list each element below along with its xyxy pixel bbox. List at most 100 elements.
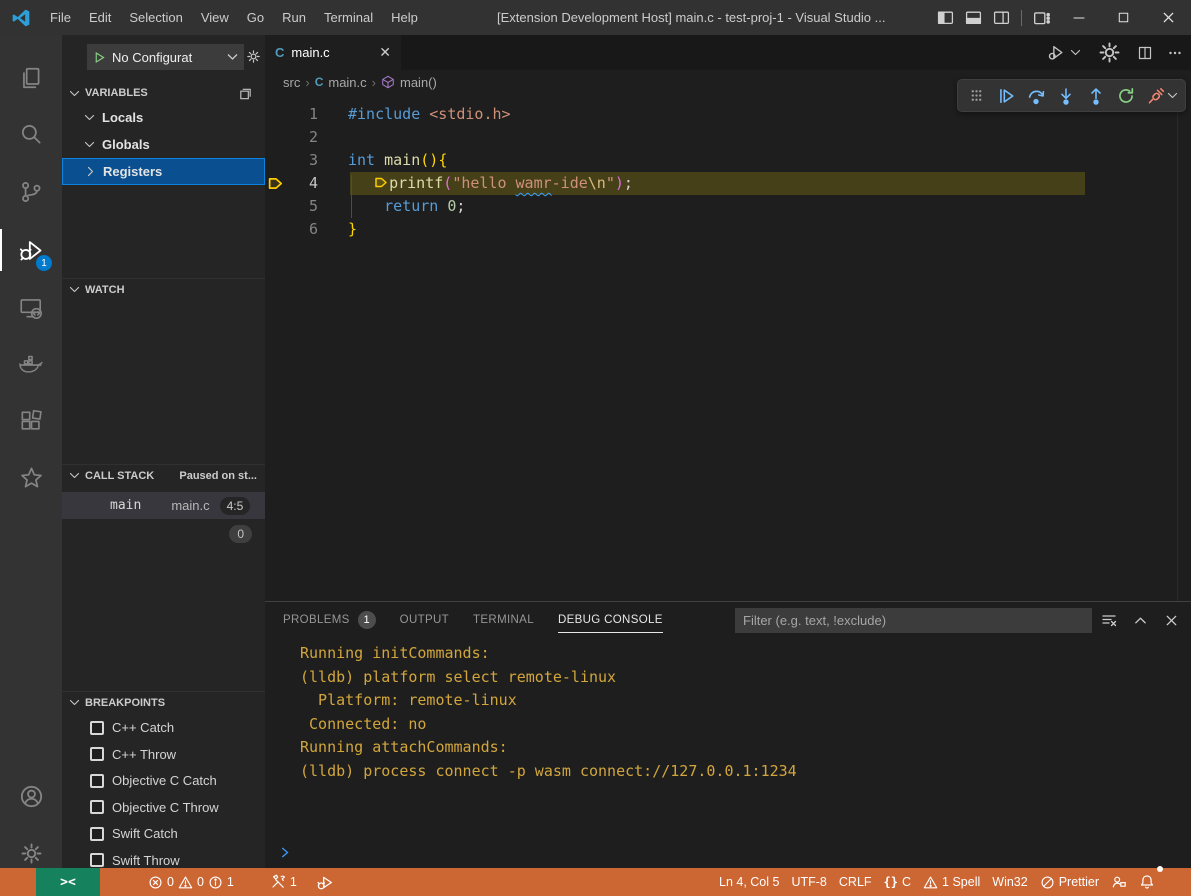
breakpoint-c-catch[interactable]: C++ Catch (62, 714, 265, 741)
activity-item-wamr-ide[interactable] (0, 453, 62, 503)
checkbox[interactable] (90, 747, 104, 761)
eol-status[interactable]: CRLF (833, 868, 878, 896)
call-stack-section-header[interactable]: CALL STACK Paused on st... (62, 464, 265, 486)
variables-scope-globals[interactable]: Globals (62, 131, 265, 158)
code-line-3[interactable]: 3int main(){ (265, 149, 1191, 172)
console-filter-input[interactable] (735, 608, 1092, 633)
token: ; (624, 174, 633, 192)
menu-run[interactable]: Run (273, 0, 315, 35)
activity-item-docker[interactable] (0, 340, 62, 390)
panel-tab-terminal[interactable]: TERMINAL (473, 602, 534, 638)
notifications[interactable] (1133, 868, 1161, 896)
menu-help[interactable]: Help (382, 0, 427, 35)
breakpoint-swift-catch[interactable]: Swift Catch (62, 820, 265, 847)
checkbox[interactable] (90, 800, 104, 814)
panel-tab-output[interactable]: OUTPUT (400, 602, 449, 638)
breakpoint-swift-throw[interactable]: Swift Throw (62, 847, 265, 869)
toggle-panel-icon[interactable] (959, 0, 987, 35)
breakpoints-section-header[interactable]: BREAKPOINTS (62, 691, 265, 713)
code-line-5[interactable]: 5 return 0; (265, 195, 1191, 218)
menu-go[interactable]: Go (238, 0, 273, 35)
collapse-all-icon[interactable] (238, 86, 253, 101)
start-debugging-icon[interactable] (93, 51, 106, 64)
code-line-6[interactable]: 6} (265, 218, 1191, 241)
cursor-position[interactable]: Ln 4, Col 5 (713, 868, 785, 896)
debug-config-dropdown[interactable]: No Configurat (87, 44, 244, 70)
code-line-2[interactable]: 2 (265, 126, 1191, 149)
language-mode[interactable]: {} C (878, 868, 917, 896)
line-text: int main(){ (348, 149, 447, 172)
menu-terminal[interactable]: Terminal (315, 0, 382, 35)
panel-tab-debug-console[interactable]: DEBUG CONSOLE (558, 602, 663, 638)
clear-icon[interactable] (1101, 612, 1117, 628)
remote-indicator[interactable]: >< (36, 868, 100, 896)
minimize-button[interactable] (1056, 0, 1101, 35)
debug-status[interactable] (311, 868, 340, 896)
breakpoint-c-throw[interactable]: C++ Throw (62, 741, 265, 768)
activity-item-search[interactable] (0, 109, 62, 159)
close-button[interactable] (1146, 0, 1191, 35)
platform-status[interactable]: Win32 (986, 868, 1033, 896)
frame-position-badge: 4:5 (220, 497, 251, 515)
chevron-up-icon[interactable] (1133, 613, 1148, 628)
continue-icon[interactable] (994, 84, 1018, 108)
encoding-status[interactable]: UTF-8 (785, 868, 832, 896)
scope-label: Globals (102, 137, 150, 152)
chevron-down-icon[interactable] (1069, 46, 1082, 59)
customize-layout-icon[interactable] (1028, 0, 1056, 35)
menu-edit[interactable]: Edit (80, 0, 120, 35)
tools-status[interactable]: 1 (264, 868, 303, 896)
checkbox[interactable] (90, 853, 104, 867)
menu-file[interactable]: File (41, 0, 80, 35)
activity-item-source-control[interactable] (0, 167, 62, 217)
activity-item-accounts[interactable] (0, 771, 62, 821)
token: return (384, 197, 438, 215)
maximize-button[interactable] (1101, 0, 1146, 35)
step-into-icon[interactable] (1054, 84, 1078, 108)
tab-main-c[interactable]: C main.c ✕ (265, 35, 401, 70)
activity-item-remote-explorer[interactable] (0, 283, 62, 333)
breakpoint-label: Objective C Throw (112, 800, 219, 815)
code-line-4[interactable]: 4 printf("hello wamr-ide\n"); (265, 172, 1191, 195)
close-icon[interactable] (1164, 613, 1179, 628)
menu-selection[interactable]: Selection (120, 0, 191, 35)
toggle-secondary-sidebar-icon[interactable] (987, 0, 1015, 35)
feedback[interactable] (1105, 868, 1133, 896)
toggle-sidebar-icon[interactable] (931, 0, 959, 35)
menu-view[interactable]: View (192, 0, 238, 35)
restart-icon[interactable] (1114, 84, 1138, 108)
panel-tab-problems[interactable]: PROBLEMS1 (283, 602, 376, 638)
activity-item-explorer[interactable] (0, 53, 62, 103)
chevron-down-icon[interactable] (1166, 89, 1179, 102)
checkbox[interactable] (90, 721, 104, 735)
problems-status[interactable]: 0 0 1 (142, 868, 240, 896)
spell-checker-status[interactable]: 1 Spell (917, 868, 986, 896)
breakpoint-objective-c-throw[interactable]: Objective C Throw (62, 794, 265, 821)
checkbox[interactable] (90, 774, 104, 788)
call-stack-frame[interactable]: main main.c 4:5 (62, 492, 265, 519)
launch-json-gear-icon[interactable] (245, 48, 262, 65)
variables-scope-locals[interactable]: Locals (62, 104, 265, 131)
inline-breakpoint-arrow-icon (375, 176, 389, 189)
code-area[interactable]: 1#include <stdio.h>23int main(){4 printf… (265, 94, 1191, 601)
run-debug-icon[interactable] (1048, 44, 1065, 61)
activity-item-run-and-debug[interactable]: 1 (0, 225, 62, 275)
disconnect-icon[interactable] (1144, 84, 1168, 108)
step-out-icon[interactable] (1084, 84, 1108, 108)
split-icon[interactable] (1137, 45, 1153, 61)
current-frame-arrow-icon[interactable] (268, 176, 284, 191)
variables-section-header[interactable]: VARIABLES (62, 82, 265, 104)
close-tab-icon[interactable]: ✕ (379, 44, 391, 61)
breakpoint-objective-c-catch[interactable]: Objective C Catch (62, 767, 265, 794)
formatter-status[interactable]: Prettier (1034, 868, 1105, 896)
variables-scope-registers[interactable]: Registers (62, 158, 265, 185)
console-prompt[interactable] (279, 846, 292, 859)
activity-item-extensions[interactable] (0, 397, 62, 447)
gear-icon[interactable] (1096, 39, 1123, 66)
token: int (348, 151, 375, 169)
step-over-icon[interactable] (1024, 84, 1048, 108)
editor-scrollbar[interactable] (1177, 94, 1191, 601)
checkbox[interactable] (90, 827, 104, 841)
watch-section-header[interactable]: WATCH (62, 278, 265, 300)
ellipsis-icon[interactable] (1167, 45, 1183, 61)
